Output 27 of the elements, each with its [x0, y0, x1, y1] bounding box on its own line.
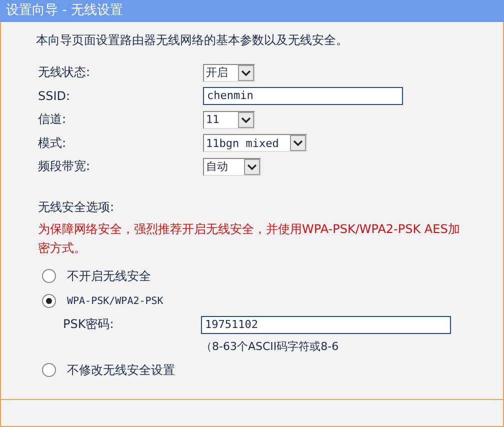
radio-button[interactable]: [42, 269, 56, 283]
intro-text: 本向导页面设置路由器无线网络的基本参数以及无线安全。: [36, 32, 349, 49]
radio-button[interactable]: [42, 294, 56, 308]
dropdown[interactable]: 11: [203, 110, 255, 129]
field-label: SSID:: [37, 89, 72, 104]
radio-label: 不修改无线安全设置: [67, 362, 175, 378]
field-label: 频段带宽:: [37, 158, 92, 176]
field-label: 无线状态:: [37, 64, 92, 82]
caret-icon: [290, 135, 306, 152]
window-title: 设置向导 - 无线设置: [0, 0, 504, 22]
field-label: PSK密码:: [63, 316, 115, 333]
radio-label: 不开启无线安全: [67, 268, 151, 284]
caret-icon: [238, 112, 254, 128]
dropdown[interactable]: 11bgn mixed: [203, 134, 307, 152]
caret-icon: [244, 158, 260, 175]
hint-text: （8-63个ASCII码字符或8-6: [200, 338, 340, 354]
password-field[interactable]: 19751102: [201, 316, 451, 334]
field-label: 模式:: [37, 134, 68, 152]
input-field[interactable]: chenmin: [203, 87, 403, 106]
dropdown[interactable]: 自动: [203, 158, 261, 176]
dropdown[interactable]: 开启: [203, 64, 255, 82]
field-label: 信道:: [37, 111, 68, 128]
caret-icon: [238, 64, 254, 81]
warning-text: 为保障网络安全，强烈推荐开启无线安全，并使用WPA-PSK/WPA2-PSK AES加密方式。: [37, 220, 461, 256]
radio-button[interactable]: [42, 363, 56, 377]
section-title: 无线安全选项:: [37, 198, 116, 216]
radio-label: WPA-PSK/WPA2-PSK: [67, 296, 164, 306]
